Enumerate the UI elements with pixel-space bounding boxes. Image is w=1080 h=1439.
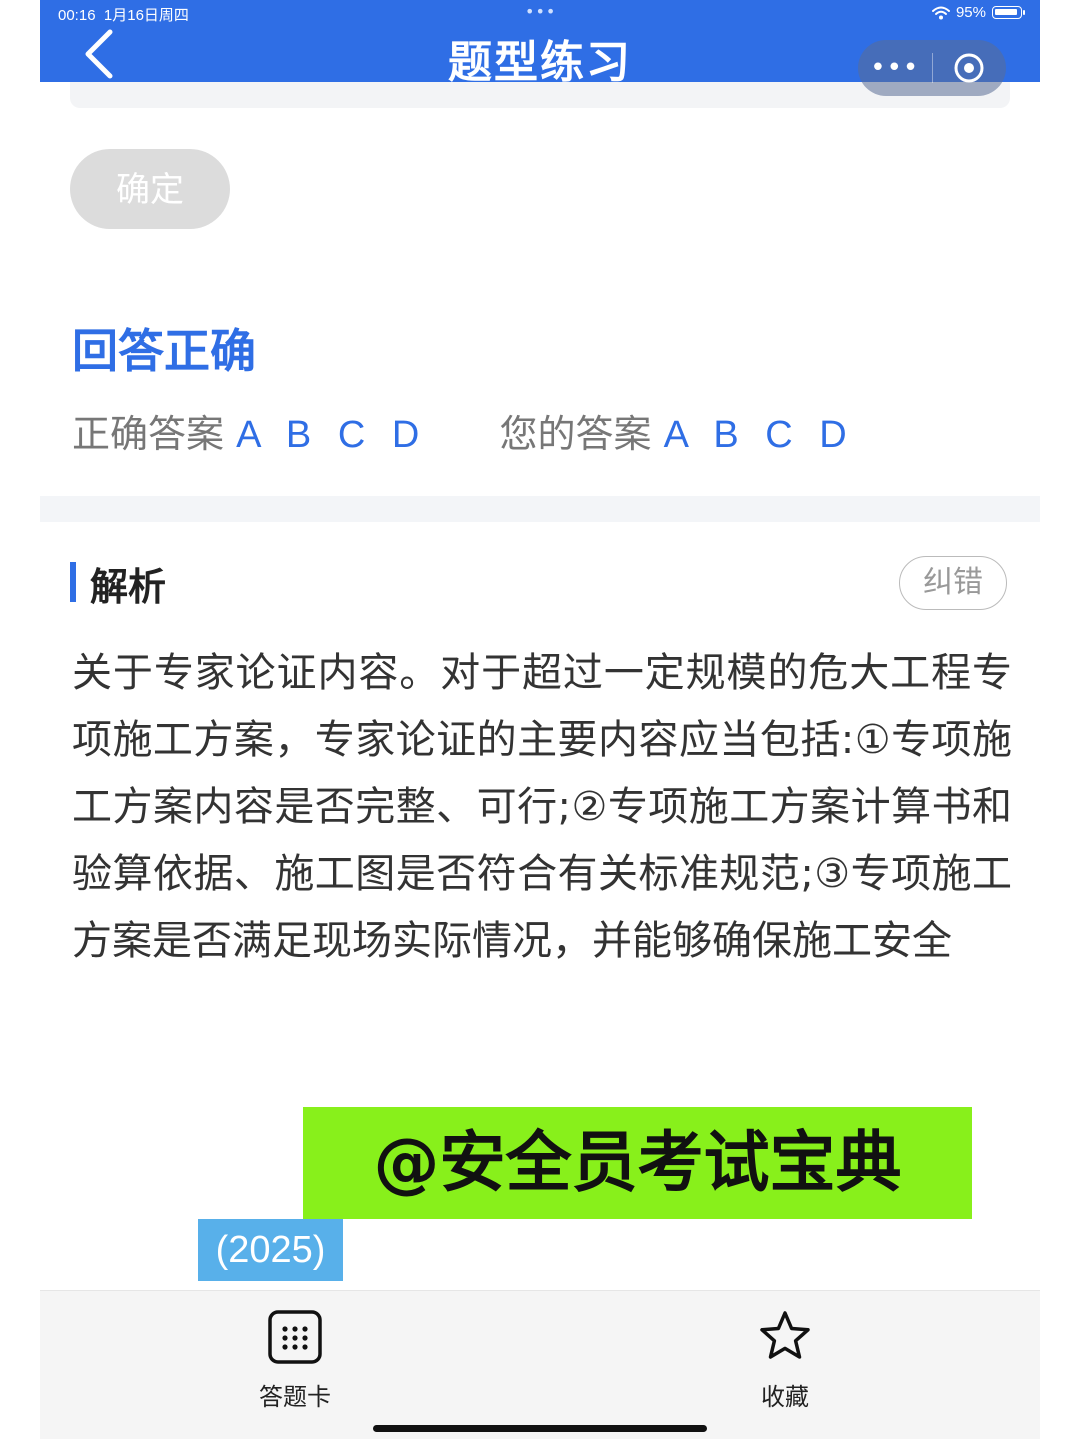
battery-icon: [992, 6, 1025, 19]
star-icon: [760, 1311, 810, 1359]
tab-answer-card[interactable]: 答题卡: [215, 1309, 375, 1412]
multitask-dots: •••: [525, 2, 557, 21]
section-accent-bar: [70, 562, 76, 602]
watermark-banner: @安全员考试宝典: [303, 1107, 972, 1219]
target-icon: [954, 53, 984, 83]
answer-row: 正确答案 A B C D 您的答案 A B C D: [72, 403, 855, 458]
correct-answer-value: A B C D: [236, 414, 428, 456]
bottom-tab-bar: 答题卡 收藏: [40, 1290, 1040, 1439]
analysis-title: 解析: [90, 565, 167, 609]
confirm-button[interactable]: 确定: [70, 149, 230, 229]
status-time: 00:16 1月16日周四: [58, 7, 189, 24]
wifi-icon: [931, 6, 950, 19]
tab-favorite-label: 收藏: [761, 1383, 809, 1411]
home-indicator: [373, 1425, 707, 1432]
report-error-button[interactable]: 纠错: [899, 556, 1007, 610]
battery-percent: 95%: [955, 4, 986, 21]
status-right: 95%: [931, 4, 1025, 21]
grid-icon: [268, 1310, 322, 1364]
section-divider: [40, 496, 1040, 522]
correct-answer-label: 正确答案: [72, 412, 225, 456]
result-status: 回答正确: [72, 324, 256, 378]
your-answer-value: A B C D: [663, 414, 855, 456]
mini-program-capsule: •••: [858, 40, 1006, 96]
close-mini-program-button[interactable]: [933, 40, 1007, 96]
year-tag: (2025): [198, 1219, 343, 1281]
analysis-text: 关于专家论证内容。对于超过一定规模的危大工程专项施工方案，专家论证的主要内容应当…: [72, 650, 1012, 964]
tab-answer-card-label: 答题卡: [259, 1383, 331, 1411]
more-menu-button[interactable]: •••: [858, 40, 932, 96]
tab-favorite[interactable]: 收藏: [705, 1309, 865, 1412]
your-answer-label: 您的答案: [499, 412, 652, 456]
app-screen: 00:16 1月16日周四 ••• 95% 题型练习 ••• 确定 回答正确 正…: [40, 0, 1040, 1439]
